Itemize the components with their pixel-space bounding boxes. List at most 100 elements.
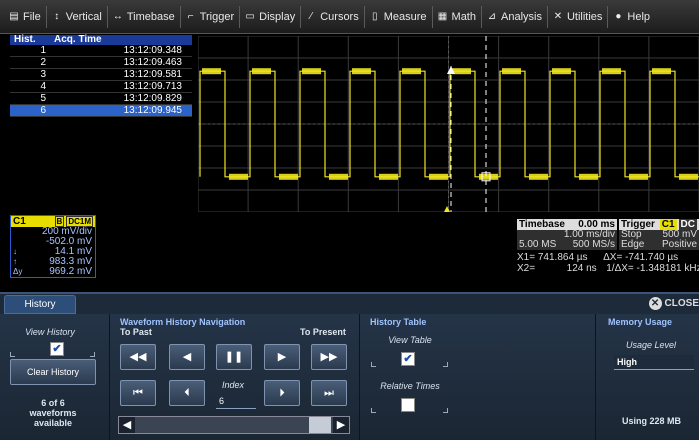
menu-utilities[interactable]: ✕ Utilities: [548, 5, 609, 28]
acq-time: 13:12:09.348: [50, 45, 192, 58]
waveform-count-line3: available: [33, 418, 73, 428]
usage-level-label: Usage Level: [625, 340, 677, 350]
channel-descriptor-box[interactable]: C1 B DC1M 200 mV/div -502.0 mV ↓ 14.1 mV ↑…: [10, 215, 96, 278]
step-back-button[interactable]: ◀: [169, 344, 205, 370]
timebase-icon: ↔: [112, 11, 123, 22]
table-row[interactable]: 4 13:12:09.713: [10, 80, 192, 94]
last-button[interactable]: ⏭: [311, 380, 347, 406]
trace-noise-band: [229, 173, 248, 180]
pause-icon: ❚❚: [224, 351, 244, 363]
acq-time-col-header[interactable]: Acq. Time: [50, 35, 192, 45]
measurement-value: 969.2 mV: [49, 266, 92, 277]
analysis-icon: ⊿: [487, 11, 497, 22]
trace-noise-band: [202, 68, 221, 75]
menu-label: Timebase: [126, 10, 175, 23]
play-button[interactable]: ▶: [264, 344, 300, 370]
vertical-icon: ↕: [54, 11, 60, 22]
menu-help[interactable]: ● Help: [608, 6, 655, 28]
hist-col-header[interactable]: Hist.: [10, 35, 50, 45]
menu-label: Measure: [383, 10, 427, 23]
menu-file[interactable]: ▤ File: [4, 5, 47, 28]
timebase-descriptor[interactable]: Timebase 0.00 ms 1.00 ms/div 5.00 MS 500 M…: [517, 219, 617, 250]
menu-label: Trigger: [199, 10, 235, 23]
index-label: Index: [222, 380, 245, 390]
hist-number: 4: [10, 80, 50, 94]
cursor-readout: X1= 741.864 µs ΔX= -741.740 µs X2= 124 n…: [517, 252, 699, 274]
x2-value: 124 ns: [566, 263, 597, 274]
x1-label: X1=: [517, 252, 536, 263]
table-row[interactable]: 5 13:12:09.829: [10, 92, 192, 106]
table-row[interactable]: 1 13:12:09.348: [10, 45, 192, 58]
table-row[interactable]: 2 13:12:09.463: [10, 56, 192, 70]
view-history-checkbox[interactable]: ✔: [50, 342, 64, 356]
relative-times-checkbox[interactable]: [401, 398, 415, 412]
inv-dx-label: 1/ΔX=: [606, 263, 634, 274]
close-label: CLOSE: [664, 298, 699, 309]
hist-number: 3: [10, 68, 50, 82]
clear-history-button[interactable]: Clear History: [10, 359, 96, 385]
memory-used: Using 228 MB: [622, 416, 682, 426]
table-row[interactable]: 3 13:12:09.581: [10, 68, 192, 82]
dx-value: -741.740 µs: [625, 252, 679, 263]
close-button[interactable]: ✕ CLOSE: [648, 297, 699, 310]
menu-measure[interactable]: ▯ Measure: [365, 5, 433, 28]
waveform-grid[interactable]: C1: [198, 36, 699, 212]
measurement-row: Δy 969.2 mV: [11, 267, 95, 277]
tab-history[interactable]: History: [4, 295, 76, 314]
usage-level-select[interactable]: High: [614, 355, 694, 370]
to-past-label: To Past: [120, 327, 152, 337]
prev-button[interactable]: ⏴: [169, 380, 205, 406]
menu-bar: ▤ File ↕ Vertical ↔ Timebase ⌐ Trigger ▭ Display ⁄…: [0, 0, 699, 34]
trigger-slope: Positive: [661, 239, 697, 250]
menu-math[interactable]: ▦ Math: [433, 5, 482, 28]
menu-analysis[interactable]: ⊿ Analysis: [482, 5, 548, 28]
to-present-label: To Present: [300, 327, 346, 337]
fast-rewind-button[interactable]: ◀◀: [120, 344, 156, 370]
trigger-descriptor[interactable]: Trigger C1 DC Stop 500 mV Edge Positive: [619, 219, 699, 250]
view-table-checkbox[interactable]: ✔: [401, 352, 415, 366]
trace-noise-band: [529, 173, 548, 180]
trigger-type: Edge: [621, 239, 645, 250]
menu-cursors[interactable]: ⁄ Cursors: [301, 5, 365, 28]
trace-noise-band: [552, 68, 571, 75]
next-button[interactable]: ⏵: [264, 380, 300, 406]
play-icon: ▶: [277, 351, 287, 363]
measurement-label: ↑: [13, 257, 17, 266]
scroll-left-icon[interactable]: ◀: [119, 417, 135, 433]
menu-vertical[interactable]: ↕ Vertical: [47, 5, 108, 28]
history-table-title: History Table: [370, 317, 427, 327]
measurement-label: ↓: [13, 247, 17, 256]
trace-noise-band: [579, 173, 598, 180]
view-table-label: View Table: [388, 335, 432, 345]
pause-button[interactable]: ❚❚: [216, 344, 252, 370]
view-history-section: View History ✔ Clear History 6 of 6 wave…: [0, 314, 110, 440]
menu-timebase[interactable]: ↔ Timebase: [108, 5, 181, 28]
scroll-right-icon[interactable]: ▶: [333, 417, 349, 433]
waveform-count-line2: waveforms: [29, 408, 77, 418]
file-icon: ▤: [9, 11, 19, 22]
scroll-thumb[interactable]: [309, 417, 331, 433]
history-scrollbar[interactable]: ◀ ▶: [118, 416, 350, 434]
menu-trigger[interactable]: ⌐ Trigger: [181, 5, 241, 28]
measure-icon: ▯: [371, 11, 378, 22]
dx-label: ΔX=: [603, 252, 623, 263]
relative-times-label: Relative Times: [380, 381, 440, 391]
menu-label: Vertical: [65, 10, 102, 23]
skip-first-icon: ⏮: [133, 387, 143, 399]
measurement-label: Δy: [13, 267, 23, 276]
memory-section: Memory Usage Usage Level High Using 228 …: [596, 314, 699, 440]
history-dialog: View History ✔ Clear History 6 of 6 wave…: [0, 314, 699, 440]
table-row[interactable]: 6 13:12:09.945: [10, 104, 192, 118]
first-button[interactable]: ⏮: [120, 380, 156, 406]
sample-rate: 500 MS/s: [572, 239, 615, 250]
menu-display[interactable]: ▭ Display: [240, 5, 302, 28]
skip-last-icon: ⏭: [324, 387, 334, 399]
hist-number: 6: [10, 104, 50, 118]
timebase-title: Timebase: [519, 219, 565, 230]
fast-forward-button[interactable]: ▶▶: [311, 344, 347, 370]
inv-dx-value: -1.348181 kHz: [636, 263, 699, 274]
view-history-label: View History: [25, 327, 75, 337]
trace-noise-band: [329, 173, 348, 180]
index-field[interactable]: 6: [216, 394, 256, 409]
step-back-icon: ⏴: [184, 387, 190, 399]
